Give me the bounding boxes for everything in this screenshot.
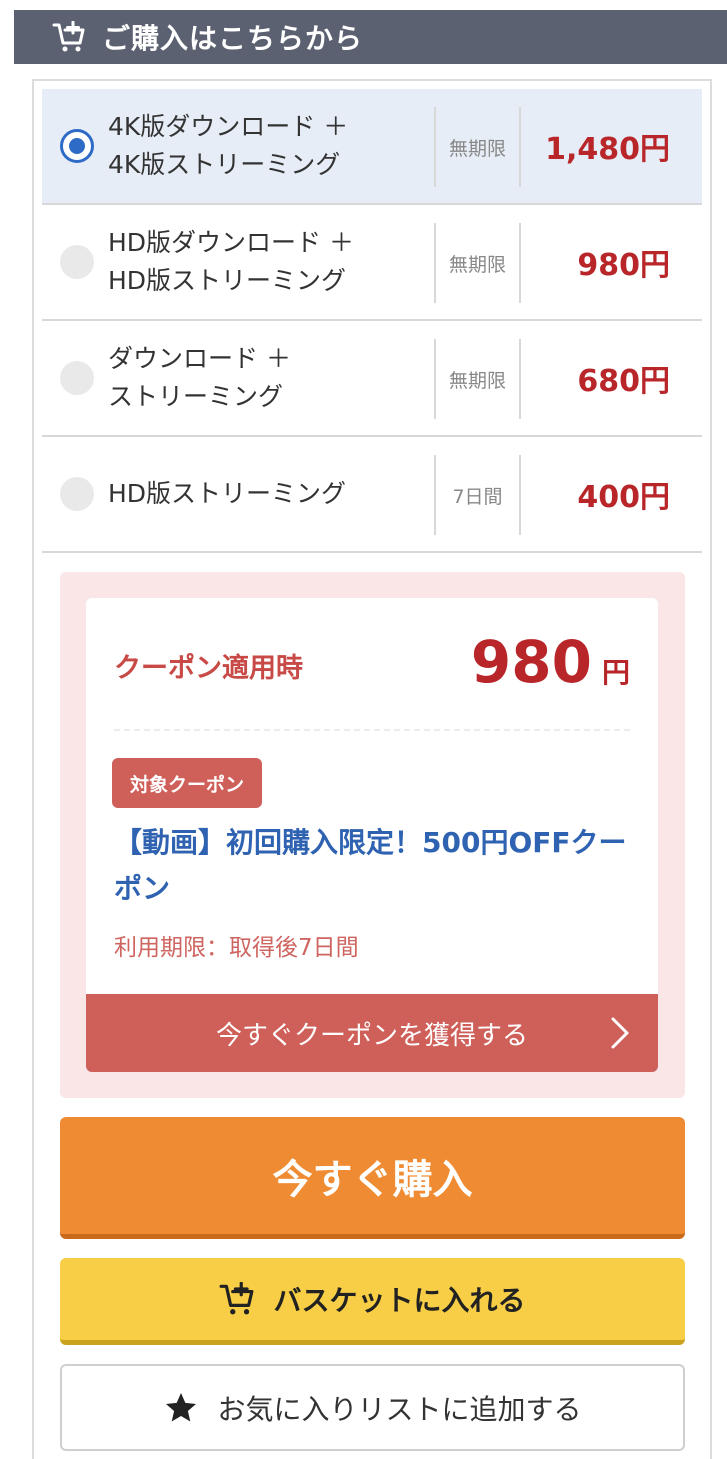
option-hd-download-streaming[interactable]: HD版ダウンロード ＋ HD版ストリーミング 無期限 980円 — [42, 205, 702, 321]
option-price: 980円 — [577, 248, 670, 283]
coupon-name-link[interactable]: 【動画】初回購入限定！500円OFFクーポン — [114, 820, 634, 912]
add-to-basket-button[interactable]: バスケットに入れる — [60, 1258, 685, 1345]
option-4k-download-streaming[interactable]: 4K版ダウンロード ＋ 4K版ストリーミング 無期限 1,480円 — [42, 89, 702, 205]
option-label: ダウンロード ＋ ストリーミング — [108, 344, 291, 411]
radio-unselected[interactable] — [60, 477, 94, 511]
radio-selected[interactable] — [60, 129, 94, 163]
coupon-expiry: 利用期限：取得後7日間 — [114, 935, 359, 961]
get-coupon-label: 今すぐクーポンを獲得する — [215, 1020, 528, 1051]
divider — [114, 729, 630, 731]
purchase-header: ご購入はこちらから — [14, 10, 727, 64]
option-download-streaming[interactable]: ダウンロード ＋ ストリーミング 無期限 680円 — [42, 321, 702, 437]
coupon-applied-label: クーポン適用時 — [114, 653, 303, 684]
add-to-favorites-label: お気に入りリストに追加する — [217, 1392, 582, 1426]
option-period: 無期限 — [434, 107, 521, 187]
radio-unselected[interactable] — [60, 245, 94, 279]
star-icon — [163, 1389, 201, 1427]
coupon-price: 980 円 — [471, 628, 630, 696]
coupon-price-unit: 円 — [601, 656, 630, 689]
coupon-badge: 対象クーポン — [112, 758, 262, 808]
purchase-header-title: ご購入はこちらから — [102, 22, 364, 55]
option-label: HD版ダウンロード ＋ HD版ストリーミング — [108, 228, 354, 295]
option-period: 7日間 — [434, 455, 521, 535]
option-price: 400円 — [577, 480, 670, 515]
option-label: HD版ストリーミング — [108, 479, 347, 508]
add-to-favorites-button[interactable]: お気に入りリストに追加する — [60, 1364, 685, 1451]
option-hd-streaming[interactable]: HD版ストリーミング 7日間 400円 — [42, 437, 702, 553]
chevron-right-icon — [611, 1017, 629, 1049]
coupon-price-value: 980 — [470, 628, 592, 696]
option-price: 1,480円 — [545, 132, 670, 167]
buy-now-button[interactable]: 今すぐ購入 — [60, 1117, 685, 1239]
add-to-basket-label: バスケットに入れる — [273, 1284, 526, 1317]
coupon-card: クーポン適用時 980 円 対象クーポン 【動画】初回購入限定！500円OFFク… — [86, 598, 658, 1072]
option-period: 無期限 — [434, 339, 521, 419]
option-label: 4K版ダウンロード ＋ 4K版ストリーミング — [108, 112, 349, 179]
cart-plus-icon — [52, 19, 88, 55]
coupon-section: クーポン適用時 980 円 対象クーポン 【動画】初回購入限定！500円OFFク… — [60, 572, 685, 1098]
option-price: 680円 — [577, 364, 670, 399]
get-coupon-button[interactable]: 今すぐクーポンを獲得する — [86, 994, 658, 1072]
option-period: 無期限 — [434, 223, 521, 303]
cart-plus-icon — [219, 1279, 259, 1319]
radio-unselected[interactable] — [60, 361, 94, 395]
